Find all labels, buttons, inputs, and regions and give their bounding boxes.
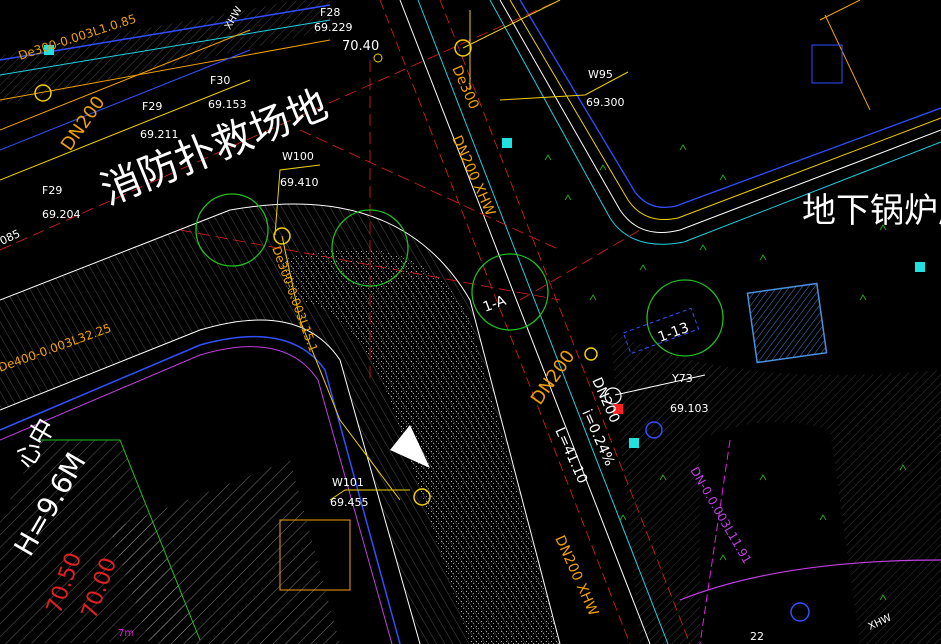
w95-label: W95	[588, 68, 613, 81]
y73-label: Y73	[671, 372, 693, 385]
tree-label-1-13: 1-13	[656, 320, 691, 346]
w22-label: 22	[750, 630, 764, 643]
w100-label: W100	[282, 150, 314, 163]
boiler-room-label: 地下锅炉房	[802, 191, 941, 231]
w101-elev: 69.455	[330, 496, 369, 509]
w100-elev: 69.410	[280, 176, 319, 189]
f28-label: F28	[320, 6, 340, 19]
w101-label: W101	[332, 476, 364, 489]
f29b-elev: 69.204	[42, 208, 81, 221]
f29a-elev: 69.211	[140, 128, 179, 141]
f30-label: F30	[210, 74, 230, 87]
fm-label: 7m	[118, 628, 134, 639]
boiler-equipment-square	[746, 282, 828, 364]
tree-label-1a: 1-A	[481, 293, 509, 316]
f28-elev: 69.229	[314, 21, 353, 34]
cad-drawing-canvas[interactable]: 消防扑救场地 地下锅炉房 H=9.6M 心中 70.50 70.00 1-A 1…	[0, 0, 941, 644]
pipe-label-de300-a: De300	[448, 63, 481, 112]
pipe-label-dn200-xhw-1: DN200 XHW	[448, 133, 498, 219]
f29b-label: F29	[42, 184, 62, 197]
pipe-label-dn200-b: DN200	[527, 346, 580, 409]
f30-elev: 69.153	[208, 98, 247, 111]
f29a-label: F29	[142, 100, 162, 113]
y73-elev: 69.103	[670, 402, 709, 415]
w95-elev: 69.300	[586, 96, 625, 109]
lower-right-hatch	[610, 330, 941, 644]
point-70-40: 70.40	[342, 39, 379, 54]
pipe-label-dn200-xhw-2: DN200 XHW	[551, 533, 601, 619]
left-elev: 085	[0, 227, 22, 248]
